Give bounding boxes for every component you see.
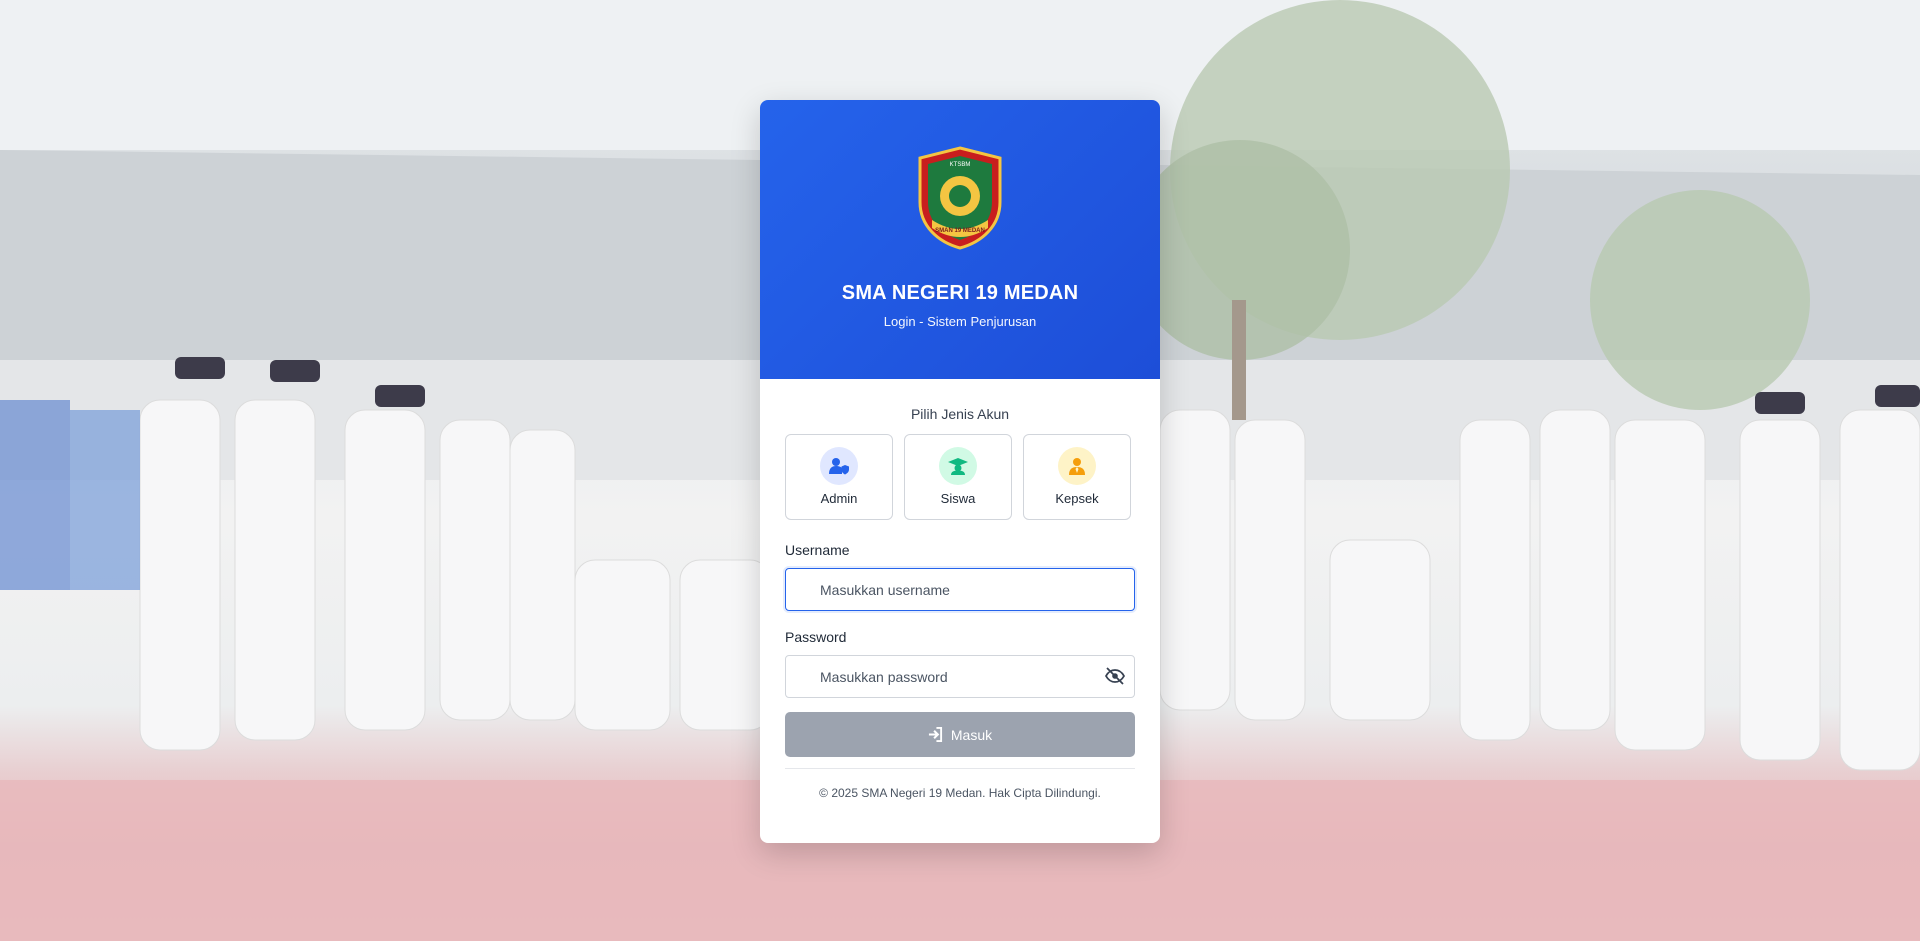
login-subtitle: Login - Sistem Penjurusan bbox=[883, 314, 1037, 329]
role-admin-button[interactable]: Admin bbox=[785, 434, 893, 520]
account-type-label: Pilih Jenis Akun bbox=[910, 406, 1010, 422]
role-siswa-button[interactable]: Siswa bbox=[904, 434, 1012, 520]
footer-divider bbox=[785, 768, 1135, 769]
password-input[interactable] bbox=[785, 655, 1135, 698]
logo-text-bottom: SMAN 19 MEDAN bbox=[935, 228, 985, 234]
role-admin-label: Admin bbox=[820, 491, 858, 506]
card-header: KTSBM SMAN 19 MEDAN SMA NEGERI 19 MEDAN … bbox=[760, 100, 1160, 379]
password-field-wrap bbox=[785, 655, 1135, 698]
login-form: Pilih Jenis Akun Admin Siswa Kepsek User… bbox=[760, 406, 1160, 800]
username-label: Username bbox=[785, 542, 850, 558]
role-siswa-label: Siswa bbox=[940, 491, 976, 506]
user-shield-icon bbox=[820, 447, 858, 485]
logo-text-top: KTSBM bbox=[950, 162, 971, 168]
account-type-selector: Admin Siswa Kepsek bbox=[785, 434, 1135, 520]
login-button[interactable]: Masuk bbox=[785, 712, 1135, 757]
school-name: SMA NEGERI 19 MEDAN bbox=[841, 282, 1079, 304]
copyright-text: © 2025 SMA Negeri 19 Medan. Hak Cipta Di… bbox=[819, 786, 1101, 800]
graduation-cap-icon bbox=[939, 447, 977, 485]
school-logo: KTSBM SMAN 19 MEDAN bbox=[918, 146, 1002, 250]
role-kepsek-label: Kepsek bbox=[1055, 491, 1099, 506]
eye-slash-icon[interactable] bbox=[1105, 667, 1125, 685]
user-tie-icon bbox=[1058, 447, 1096, 485]
password-label: Password bbox=[785, 629, 847, 645]
username-field-wrap bbox=[785, 568, 1135, 611]
login-button-label: Masuk bbox=[950, 726, 993, 743]
username-input[interactable] bbox=[785, 568, 1135, 611]
sign-in-icon bbox=[928, 727, 942, 742]
role-kepsek-button[interactable]: Kepsek bbox=[1023, 434, 1131, 520]
login-card: KTSBM SMAN 19 MEDAN SMA NEGERI 19 MEDAN … bbox=[760, 100, 1160, 843]
